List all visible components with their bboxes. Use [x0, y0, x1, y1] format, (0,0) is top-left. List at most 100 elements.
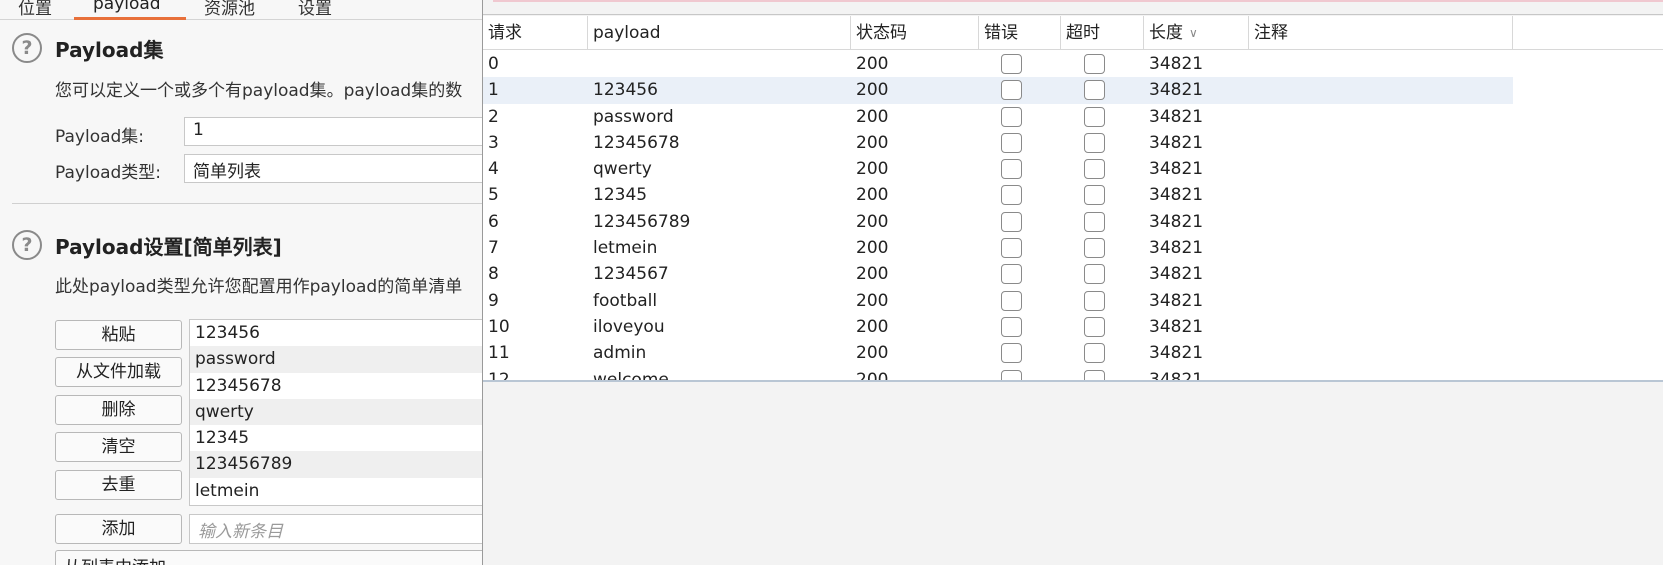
payload-sets-description: 您可以定义一个或多个有payload集。payload集的数	[55, 81, 463, 101]
column-header-payload[interactable]: payload	[588, 16, 851, 50]
cell-request: 11	[488, 343, 510, 364]
cell-request: 12	[488, 369, 510, 382]
tab-resource-pool[interactable]: 资源池	[204, 0, 255, 19]
results-table[interactable]: 请求 payload 状态码 错误 超时 长度 ∨ 注释 0 200 34821 1 12…	[483, 16, 1663, 382]
timeout-checkbox	[1084, 264, 1105, 285]
column-header-label: 状态码	[856, 23, 907, 43]
cell-request: 10	[488, 316, 510, 337]
payload-type-label: Payload类型:	[55, 163, 162, 183]
cell-length: 34821	[1149, 290, 1204, 311]
payload-type-select[interactable]: 简单列表	[184, 154, 482, 183]
cell-payload: 123456	[593, 80, 658, 101]
list-item[interactable]: letmein	[190, 478, 482, 504]
attack-results-window: 请求 payload 状态码 错误 超时 长度 ∨ 注释 0 200 34821 1 12…	[482, 0, 1663, 565]
payload-settings-description: 此处payload类型允许您配置用作payload的简单清单	[55, 277, 463, 297]
table-row[interactable]: 6 123456789 200 34821	[483, 209, 1663, 235]
list-item[interactable]: password	[190, 346, 482, 373]
list-item[interactable]: 123456789	[190, 451, 482, 478]
table-row[interactable]: 12 welcome 200 34821	[483, 367, 1663, 382]
tab-settings[interactable]: 设置	[298, 0, 332, 19]
timeout-checkbox	[1084, 106, 1105, 127]
cell-request: 6	[488, 211, 499, 232]
column-header-length[interactable]: 长度 ∨	[1144, 16, 1249, 50]
error-checkbox	[1001, 343, 1022, 364]
column-header-label: 超时	[1066, 23, 1100, 43]
table-row[interactable]: 3 12345678 200 34821	[483, 130, 1663, 156]
column-header-request[interactable]: 请求	[483, 16, 588, 50]
add-from-list-select[interactable]: 从列表中添加	[55, 550, 482, 565]
cell-length: 34821	[1149, 132, 1204, 153]
cell-request: 4	[488, 159, 499, 180]
cell-payload: password	[593, 106, 674, 127]
cell-status: 200	[856, 132, 889, 153]
timeout-checkbox	[1084, 369, 1105, 380]
table-row[interactable]: 8 1234567 200 34821	[483, 261, 1663, 287]
list-item[interactable]: qwerty	[190, 398, 482, 426]
timeout-checkbox	[1084, 316, 1105, 337]
cell-status: 200	[856, 316, 889, 337]
payload-list[interactable]: 123456 password 12345678 qwerty 12345 12…	[189, 319, 482, 506]
help-icon[interactable]: ?	[12, 33, 42, 63]
table-row[interactable]: 2 password 200 34821	[483, 104, 1663, 130]
filter-bar	[483, 0, 1663, 15]
cell-payload: 12345	[593, 185, 648, 206]
cell-length: 34821	[1149, 211, 1204, 232]
table-row[interactable]: 7 letmein 200 34821	[483, 235, 1663, 261]
timeout-checkbox	[1084, 211, 1105, 232]
sort-descending-icon: ∨	[1189, 26, 1198, 40]
cell-length: 34821	[1149, 185, 1204, 206]
cell-payload: welcome	[593, 369, 669, 382]
error-checkbox	[1001, 185, 1022, 206]
table-row[interactable]: 9 football 200 34821	[483, 288, 1663, 314]
cell-length: 34821	[1149, 80, 1204, 101]
cell-length: 34821	[1149, 264, 1204, 285]
load-from-file-button[interactable]: 从文件加载	[55, 357, 182, 387]
results-table-body: 0 200 34821 1 123456 200 34821 2 password 200 3482…	[483, 51, 1663, 382]
error-checkbox	[1001, 80, 1022, 101]
cell-length: 34821	[1149, 343, 1204, 364]
timeout-checkbox	[1084, 238, 1105, 259]
payload-set-select[interactable]: 1	[184, 117, 482, 146]
table-row[interactable]: 11 admin 200 34821	[483, 340, 1663, 366]
column-header-timeout[interactable]: 超时	[1061, 16, 1144, 50]
timeout-checkbox	[1084, 159, 1105, 180]
section-divider	[12, 203, 482, 204]
list-item[interactable]: 12345	[190, 425, 482, 451]
table-row[interactable]: 0 200 34821	[483, 51, 1663, 77]
error-checkbox	[1001, 106, 1022, 127]
clear-button[interactable]: 清空	[55, 432, 182, 462]
deduplicate-button[interactable]: 去重	[55, 470, 182, 500]
cell-status: 200	[856, 343, 889, 364]
remove-button[interactable]: 删除	[55, 395, 182, 425]
cell-length: 34821	[1149, 54, 1204, 74]
list-item[interactable]: 123456	[190, 320, 482, 346]
add-button[interactable]: 添加	[55, 514, 182, 544]
error-checkbox	[1001, 159, 1022, 180]
column-header-comment[interactable]: 注释	[1249, 16, 1513, 50]
filter-bar-accent	[493, 0, 1663, 2]
column-header-status[interactable]: 状态码	[851, 16, 979, 50]
tab-positions[interactable]: 位置	[18, 0, 52, 19]
cell-length: 34821	[1149, 159, 1204, 180]
new-entry-input[interactable]: 输入新条目	[189, 514, 482, 544]
table-row[interactable]: 4 qwerty 200 34821	[483, 156, 1663, 182]
error-checkbox	[1001, 132, 1022, 153]
list-item[interactable]: 12345678	[190, 373, 482, 399]
column-header-error[interactable]: 错误	[979, 16, 1061, 50]
cell-request: 1	[488, 80, 499, 101]
payload-settings-title: Payload设置[简单列表]	[55, 235, 282, 259]
cell-status: 200	[856, 264, 889, 285]
help-icon[interactable]: ?	[12, 230, 42, 260]
cell-request: 8	[488, 264, 499, 285]
cell-status: 200	[856, 211, 889, 232]
column-header-label: 注释	[1254, 23, 1288, 43]
table-row[interactable]: 5 12345 200 34821	[483, 182, 1663, 208]
cell-length: 34821	[1149, 106, 1204, 127]
cell-length: 34821	[1149, 238, 1204, 259]
table-row[interactable]: 10 iloveyou 200 34821	[483, 314, 1663, 340]
active-tab-indicator	[74, 17, 186, 20]
paste-button[interactable]: 粘贴	[55, 320, 182, 350]
tab-payloads[interactable]: payload	[93, 0, 161, 14]
error-checkbox	[1001, 290, 1022, 311]
table-row[interactable]: 1 123456 200 34821	[483, 77, 1663, 104]
